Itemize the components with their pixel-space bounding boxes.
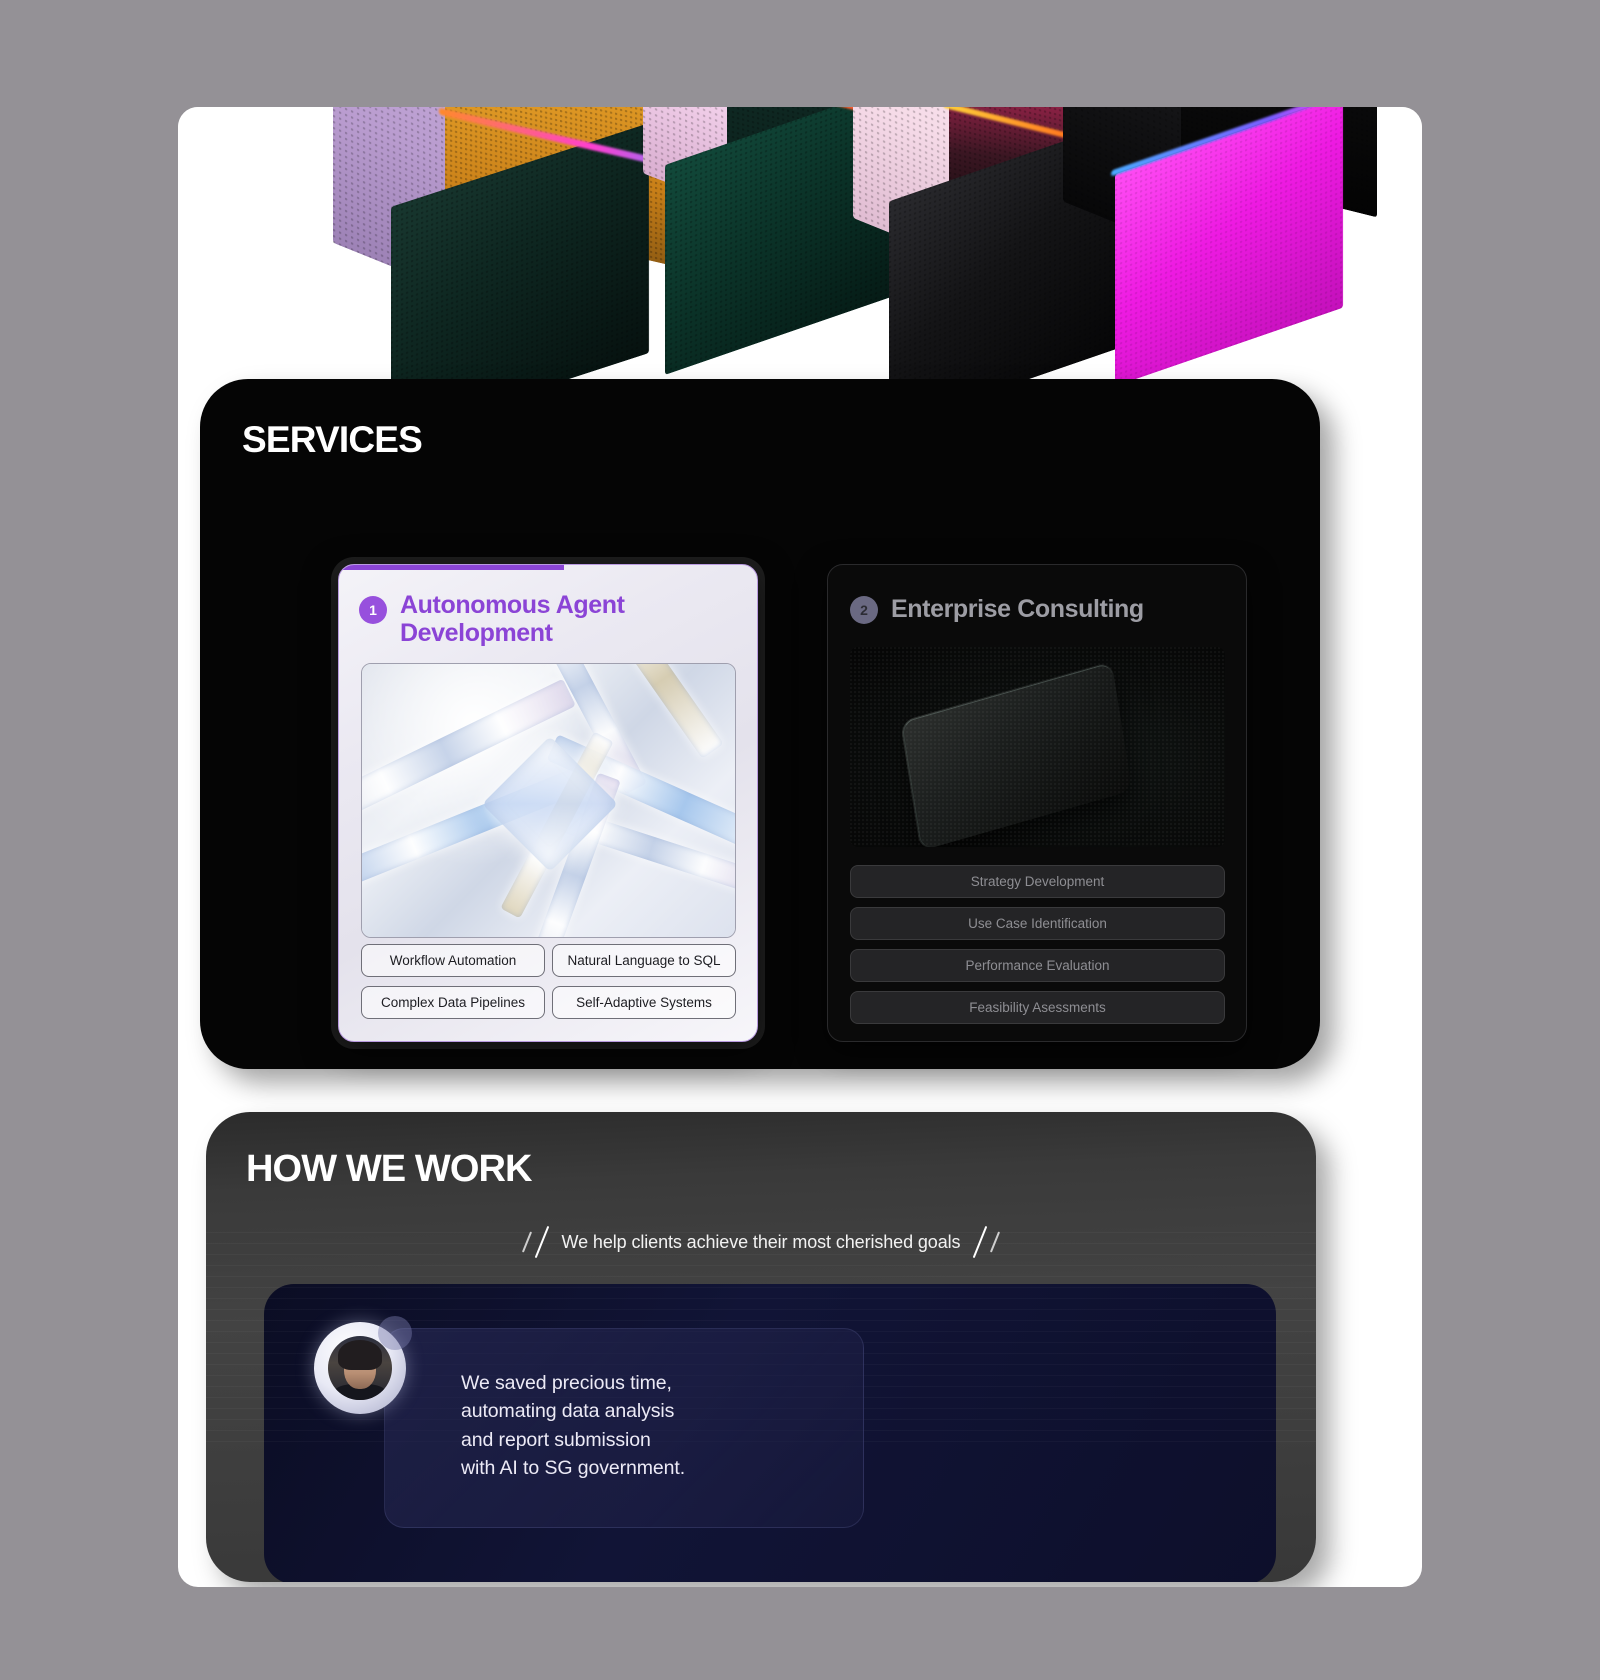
service-number-badge: 1: [359, 596, 387, 624]
slash-icon: [973, 1225, 988, 1259]
testimonial-content: We saved precious time, automating data …: [314, 1316, 864, 1528]
decorative-bubble-icon: [378, 1316, 412, 1350]
service-card-title: Enterprise Consulting: [891, 595, 1144, 623]
slash-icon: [521, 1231, 532, 1253]
how-we-work-heading: HOW WE WORK: [246, 1148, 533, 1190]
service-card-autonomous-agent-development[interactable]: 1 Autonomous Agent Development Workflow …: [338, 564, 758, 1042]
service-tag[interactable]: Performance Evaluation: [850, 949, 1225, 982]
service-card-header: 1 Autonomous Agent Development: [359, 591, 741, 647]
page-canvas: SERVICES 1 Autonomous Agent Development: [178, 107, 1422, 1587]
testimonial-quote-text: We saved precious time, automating data …: [461, 1372, 686, 1480]
service-tags-list: Workflow Automation Natural Language to …: [361, 944, 736, 1019]
tagline-row: We help clients achieve their most cheri…: [206, 1225, 1316, 1259]
service-tag[interactable]: Self-Adaptive Systems: [552, 986, 736, 1019]
slash-icon: [534, 1225, 549, 1259]
service-tag[interactable]: Use Case Identification: [850, 907, 1225, 940]
testimonial-card: We saved precious time, automating data …: [264, 1284, 1276, 1582]
hero-cube-illustration: [333, 107, 1377, 407]
services-heading: SERVICES: [242, 419, 423, 460]
service-number-badge: 2: [850, 595, 878, 624]
tagline-text: We help clients achieve their most cheri…: [561, 1231, 961, 1252]
hero-section: [178, 107, 1422, 407]
service-tag[interactable]: Feasibility Asessments: [850, 991, 1225, 1024]
how-we-work-section: HOW WE WORK We help clients achieve thei…: [206, 1112, 1316, 1582]
avatar: [314, 1316, 412, 1414]
service-card-enterprise-consulting[interactable]: 2 Enterprise Consulting Strategy Develop…: [827, 564, 1247, 1042]
avatar-photo: [328, 1336, 392, 1400]
service-tag[interactable]: Complex Data Pipelines: [361, 986, 545, 1019]
service-tag[interactable]: Workflow Automation: [361, 944, 545, 977]
service-card-title: Autonomous Agent Development: [400, 591, 625, 647]
service-tags-list: Strategy Development Use Case Identifica…: [850, 865, 1225, 1024]
service-card-image: [850, 647, 1225, 847]
service-tag[interactable]: Strategy Development: [850, 865, 1225, 898]
prismatic-glass-art: [362, 664, 735, 937]
service-card-header: 2 Enterprise Consulting: [850, 595, 1144, 624]
testimonial-quote-bubble: We saved precious time, automating data …: [384, 1328, 864, 1528]
service-tag[interactable]: Natural Language to SQL: [552, 944, 736, 977]
service-card-image: [361, 663, 736, 938]
services-section: SERVICES 1 Autonomous Agent Development: [200, 379, 1320, 1069]
slash-icon: [990, 1231, 1001, 1253]
